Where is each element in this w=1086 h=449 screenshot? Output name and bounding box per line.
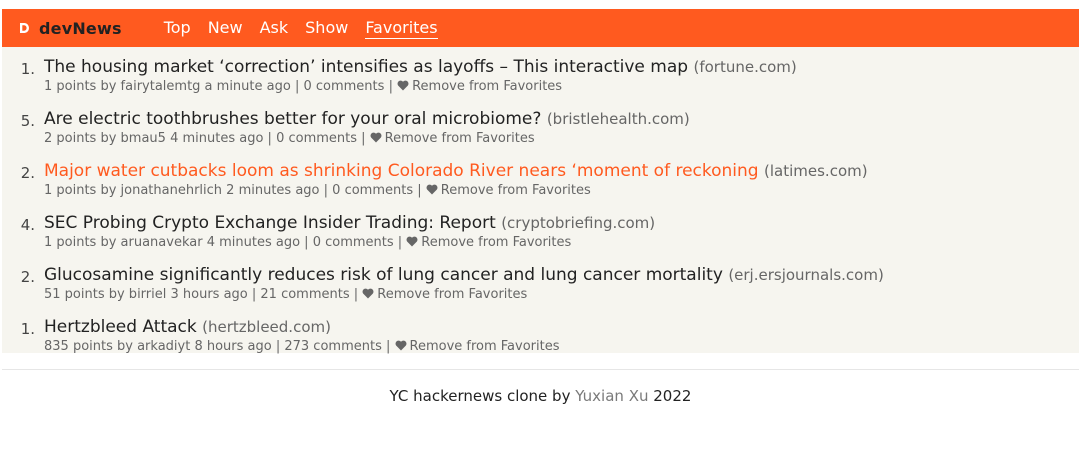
story-body: Glucosamine significantly reduces risk o… — [37, 265, 884, 317]
story-rank: 1. — [20, 320, 35, 338]
story-title-line: SEC Probing Crypto Exchange Insider Trad… — [44, 213, 655, 234]
remove-favorite-button[interactable]: Remove from Favorites — [406, 235, 571, 250]
story-domain[interactable]: (cryptobriefing.com) — [501, 214, 655, 232]
heart-icon — [426, 183, 438, 200]
story-title-line: Major water cutbacks loom as shrinking C… — [44, 161, 868, 182]
story-title-link[interactable]: SEC Probing Crypto Exchange Insider Trad… — [44, 213, 496, 233]
story-item: 5. Are electric toothbrushes better for … — [2, 109, 1079, 161]
remove-favorite-label: Remove from Favorites — [421, 235, 572, 250]
nav-top[interactable]: Top — [164, 18, 191, 39]
remove-favorite-label: Remove from Favorites — [440, 183, 591, 198]
story-meta: 51 points by birriel 3 hours ago | 21 co… — [44, 286, 884, 304]
story-meta: 835 points by arkadiyt 8 hours ago | 273… — [44, 338, 560, 356]
story-domain[interactable]: (erj.ersjournals.com) — [728, 266, 884, 284]
footer-author-link[interactable]: Yuxian Xu — [575, 387, 648, 405]
story-rank: 2. — [20, 268, 35, 286]
story-rank: 1. — [20, 60, 35, 78]
story-points-line: 51 points by birriel 3 hours ago — [44, 287, 248, 302]
page: devNews Top New Ask Show Favorites 1. Th… — [2, 9, 1079, 405]
story-rank: 5. — [20, 112, 35, 130]
story-comments-link[interactable]: 0 comments — [313, 235, 394, 250]
story-title-link[interactable]: Major water cutbacks loom as shrinking C… — [44, 161, 759, 181]
brand-name[interactable]: devNews — [39, 19, 122, 38]
nav-new[interactable]: New — [208, 18, 243, 39]
story-meta: 1 points by aruanavekar 4 minutes ago | … — [44, 234, 655, 252]
story-comments-link[interactable]: 0 comments — [276, 131, 357, 146]
header-bar: devNews Top New Ask Show Favorites — [2, 9, 1079, 47]
story-domain[interactable]: (latimes.com) — [764, 162, 868, 180]
story-rank: 4. — [20, 216, 35, 234]
story-comments-link[interactable]: 0 comments — [303, 79, 384, 94]
story-title-line: Are electric toothbrushes better for you… — [44, 109, 690, 130]
story-points-line: 1 points by fairytalemtg a minute ago — [44, 79, 291, 94]
story-body: The housing market ‘correction’ intensif… — [37, 57, 797, 109]
footer-year: 2022 — [653, 387, 692, 405]
meta-separator: | — [304, 235, 313, 250]
heart-icon — [397, 79, 409, 96]
story-title-link[interactable]: Glucosamine significantly reduces risk o… — [44, 265, 723, 285]
remove-favorite-button[interactable]: Remove from Favorites — [395, 339, 560, 354]
footer-divider — [2, 369, 1079, 370]
nav-show[interactable]: Show — [305, 18, 348, 39]
story-body: Hertzbleed Attack (hertzbleed.com) 835 p… — [37, 317, 560, 369]
story-rank: 2. — [20, 164, 35, 182]
meta-separator: | — [388, 79, 398, 94]
remove-favorite-label: Remove from Favorites — [377, 287, 528, 302]
story-points-line: 1 points by aruanavekar 4 minutes ago — [44, 235, 301, 250]
remove-favorite-label: Remove from Favorites — [412, 79, 563, 94]
story-meta: 1 points by fairytalemtg a minute ago | … — [44, 78, 797, 96]
meta-separator: | — [361, 131, 370, 146]
story-title-line: The housing market ‘correction’ intensif… — [44, 57, 797, 78]
story-points-line: 835 points by arkadiyt 8 hours ago — [44, 339, 272, 354]
footer: YC hackernews clone by Yuxian Xu 2022 — [2, 387, 1079, 405]
story-title-link[interactable]: Are electric toothbrushes better for you… — [44, 109, 541, 129]
story-domain[interactable]: (bristlehealth.com) — [547, 110, 690, 128]
nav-favorites[interactable]: Favorites — [365, 18, 438, 39]
meta-separator: | — [417, 183, 426, 198]
remove-favorite-label: Remove from Favorites — [409, 339, 560, 354]
remove-favorite-button[interactable]: Remove from Favorites — [426, 183, 591, 198]
logo-d-icon[interactable] — [17, 21, 31, 35]
story-item: 1. The housing market ‘correction’ inten… — [2, 57, 1079, 109]
story-points-line: 2 points by bmau5 4 minutes ago — [44, 131, 264, 146]
remove-favorite-button[interactable]: Remove from Favorites — [370, 131, 535, 146]
story-title-line: Glucosamine significantly reduces risk o… — [44, 265, 884, 286]
story-comments-link[interactable]: 273 comments — [284, 339, 381, 354]
main-nav: Top New Ask Show Favorites — [164, 18, 438, 39]
story-list: 1. The housing market ‘correction’ inten… — [2, 47, 1079, 354]
nav-ask[interactable]: Ask — [260, 18, 289, 39]
story-item: 1. Hertzbleed Attack (hertzbleed.com) 83… — [2, 317, 1079, 369]
story-title-link[interactable]: Hertzbleed Attack — [44, 317, 197, 337]
meta-separator: | — [385, 339, 395, 354]
story-meta: 2 points by bmau5 4 minutes ago | 0 comm… — [44, 130, 690, 148]
story-title-link[interactable]: The housing market ‘correction’ intensif… — [44, 57, 688, 77]
story-body: Are electric toothbrushes better for you… — [37, 109, 690, 161]
heart-icon — [370, 131, 382, 148]
story-body: SEC Probing Crypto Exchange Insider Trad… — [37, 213, 655, 265]
meta-separator: | — [267, 131, 277, 146]
footer-prefix: YC hackernews clone by — [389, 387, 571, 405]
story-title-line: Hertzbleed Attack (hertzbleed.com) — [44, 317, 560, 338]
story-item: 2. Major water cutbacks loom as shrinkin… — [2, 161, 1079, 213]
remove-favorite-button[interactable]: Remove from Favorites — [397, 79, 562, 94]
meta-separator: | — [353, 287, 363, 302]
heart-icon — [406, 235, 418, 252]
story-item: 4. SEC Probing Crypto Exchange Insider T… — [2, 213, 1079, 265]
remove-favorite-button[interactable]: Remove from Favorites — [362, 287, 527, 302]
story-domain[interactable]: (hertzbleed.com) — [202, 318, 331, 336]
meta-separator: | — [323, 183, 333, 198]
story-body: Major water cutbacks loom as shrinking C… — [37, 161, 868, 213]
story-meta: 1 points by jonathanehrlich 2 minutes ag… — [44, 182, 868, 200]
heart-icon — [362, 287, 374, 304]
heart-icon — [395, 339, 407, 356]
story-item: 2. Glucosamine significantly reduces ris… — [2, 265, 1079, 317]
story-domain[interactable]: (fortune.com) — [693, 58, 796, 76]
story-comments-link[interactable]: 0 comments — [332, 183, 413, 198]
story-points-line: 1 points by jonathanehrlich 2 minutes ag… — [44, 183, 320, 198]
remove-favorite-label: Remove from Favorites — [384, 131, 535, 146]
story-comments-link[interactable]: 21 comments — [260, 287, 349, 302]
